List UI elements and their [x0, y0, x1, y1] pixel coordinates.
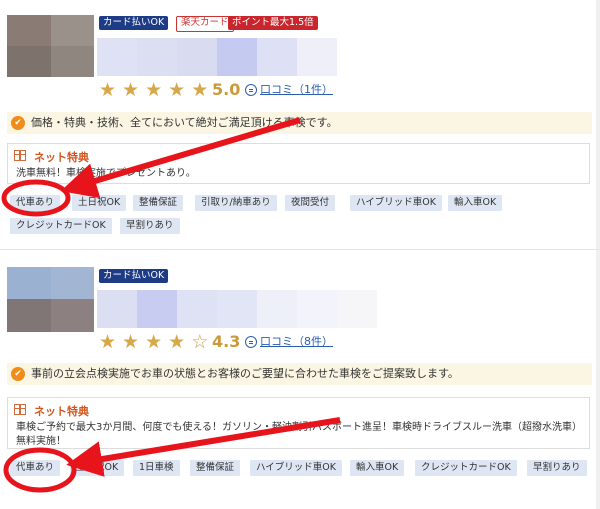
- points-badge: ポイント最大1.5倍: [228, 16, 318, 30]
- star-filled-icon: ★: [168, 331, 186, 353]
- tag-night-reception[interactable]: 夜間受付: [285, 195, 336, 211]
- gift-icon: [14, 404, 26, 415]
- star-filled-icon: ★: [122, 79, 140, 101]
- check-badge-icon: ✔: [11, 116, 25, 130]
- catchphrase-text: 価格・特典・技術、全てにおいて絶対ご満足頂ける車検です。: [31, 116, 338, 129]
- net-benefit-box: ネット特典 洗車無料！車検実施でプレゼントあり。: [7, 143, 590, 184]
- tag-early-discount[interactable]: 早割りあり: [120, 218, 180, 234]
- tag-weekend-ok[interactable]: 土日祝OK: [70, 460, 125, 476]
- star-filled-icon: ★: [122, 331, 140, 353]
- rakuten-card-badge: 楽天カード: [176, 16, 234, 32]
- net-benefit-description: 洗車無料！車検実施でプレゼントあり。: [16, 168, 196, 179]
- page-scroll-edge: [596, 0, 600, 509]
- net-benefit-title: ネット特典: [34, 151, 89, 164]
- speech-bubble-icon: [245, 84, 257, 96]
- net-benefit-box: ネット特典 車検ご予約で最大3か月間、何度でも使える！ガソリン・軽油割引パスポー…: [7, 397, 590, 449]
- review-link[interactable]: 口コミ（8件）: [260, 334, 333, 350]
- gift-icon: [14, 150, 26, 161]
- tag-maintenance-warranty[interactable]: 整備保証: [190, 460, 241, 476]
- star-filled-icon: ★: [99, 331, 117, 353]
- tag-maintenance-warranty[interactable]: 整備保証: [133, 195, 184, 211]
- net-benefit-description: 車検ご予約で最大3か月間、何度でも使える！ガソリン・軽油割引パスポート進呈！車検…: [16, 422, 578, 447]
- rating-score: 5.0: [212, 80, 241, 99]
- star-filled-icon: ★: [99, 79, 117, 101]
- tag-early-discount[interactable]: 早割りあり: [527, 460, 587, 476]
- tag-credit-card-ok[interactable]: クレジットカードOK: [415, 460, 517, 476]
- tag-credit-card-ok[interactable]: クレジットカードOK: [10, 218, 112, 234]
- tag-import-ok[interactable]: 輸入車OK: [350, 460, 405, 476]
- shop-name-blurred[interactable]: [97, 290, 377, 328]
- card-payment-badge: カード払いOK: [99, 269, 169, 283]
- tag-loaner-car[interactable]: 代車あり: [10, 195, 61, 211]
- review-link[interactable]: 口コミ（1件）: [260, 82, 333, 98]
- check-badge-icon: ✔: [11, 367, 25, 381]
- net-benefit-title: ネット特典: [34, 405, 89, 418]
- rating-score: 4.3: [212, 332, 241, 351]
- tag-one-day-inspection[interactable]: 1日車検: [133, 460, 180, 476]
- shop-thumbnail[interactable]: [7, 267, 94, 332]
- star-filled-icon: ★: [145, 79, 163, 101]
- catchphrase-bar: ✔ 価格・特典・技術、全てにおいて絶対ご満足頂ける車検です。: [7, 112, 592, 134]
- tag-pickup-delivery[interactable]: 引取り/納車あり: [195, 195, 277, 211]
- rating-stars: ★ ★ ★ ★ ☆: [99, 332, 208, 352]
- tag-loaner-car[interactable]: 代車あり: [10, 460, 61, 476]
- tag-hybrid-ok[interactable]: ハイブリッド車OK: [250, 460, 343, 476]
- shop-name-blurred[interactable]: [97, 38, 337, 76]
- star-filled-icon: ★: [191, 79, 209, 101]
- tag-import-ok[interactable]: 輸入車OK: [448, 195, 503, 211]
- shop-thumbnail[interactable]: [7, 15, 94, 77]
- star-empty-icon: ☆: [191, 331, 209, 353]
- tag-weekend-ok[interactable]: 土日祝OK: [72, 195, 127, 211]
- rating-stars: ★ ★ ★ ★ ★: [99, 80, 208, 100]
- tag-hybrid-ok[interactable]: ハイブリッド車OK: [350, 195, 443, 211]
- star-filled-icon: ★: [145, 331, 163, 353]
- catchphrase-bar: ✔ 事前の立会点検実施でお車の状態とお客様のご要望に合わせた車検をご提案致します…: [7, 363, 592, 385]
- listing-divider: [0, 249, 600, 250]
- speech-bubble-icon: [245, 336, 257, 348]
- card-payment-badge: カード払いOK: [99, 16, 169, 30]
- catchphrase-text: 事前の立会点検実施でお車の状態とお客様のご要望に合わせた車検をご提案致します。: [31, 367, 459, 380]
- star-filled-icon: ★: [168, 79, 186, 101]
